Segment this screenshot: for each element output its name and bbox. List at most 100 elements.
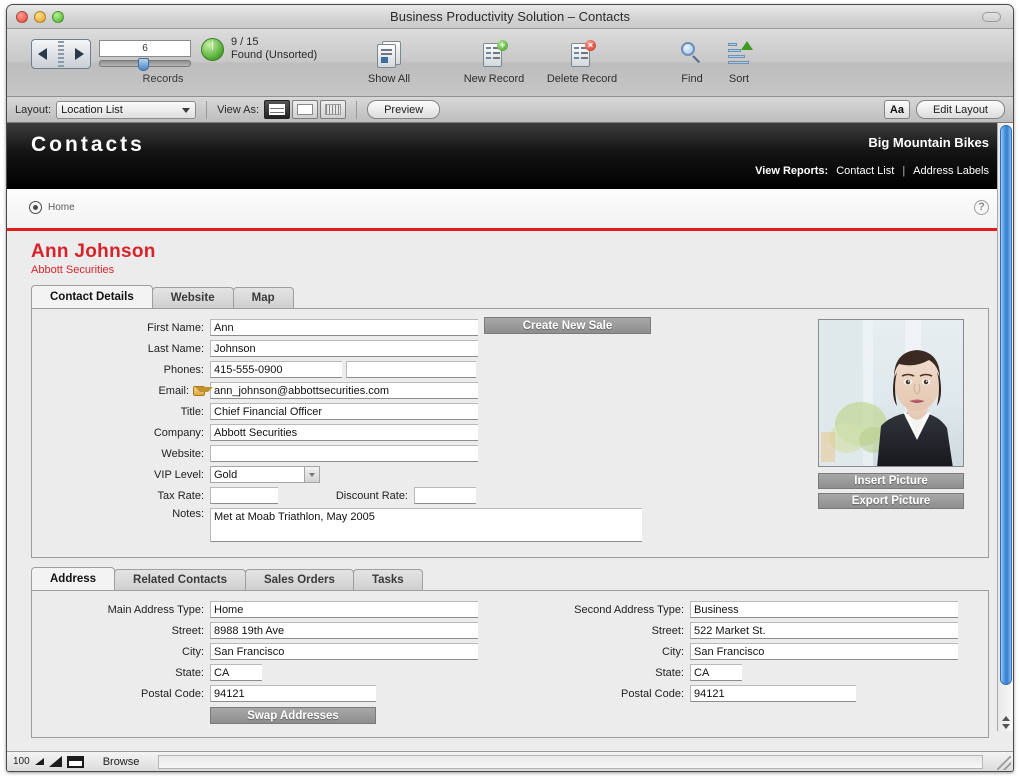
found-sort-status: Found (Unsorted) [231,49,317,62]
application-window: Business Productivity Solution – Contact… [6,4,1014,772]
field-discount-rate[interactable] [414,487,476,504]
scroll-down-icon[interactable] [1002,724,1010,729]
label-second-city: City: [512,646,684,658]
field-company[interactable]: Abbott Securities [210,424,478,441]
label-main-state: State: [32,667,204,679]
status-message-area [158,755,983,769]
tab-related-contacts[interactable]: Related Contacts [114,569,246,590]
export-picture-button[interactable]: Export Picture [818,493,964,509]
previous-record-icon[interactable] [38,48,47,60]
layout-select[interactable]: Location List [56,101,196,119]
field-second-city[interactable]: San Francisco [690,643,958,660]
view-reports-label: View Reports: [755,165,828,177]
field-main-street[interactable]: 8988 19th Ave [210,622,478,639]
text-format-icon[interactable]: Aa [884,100,910,119]
records-label: Records [103,73,223,85]
scrollbar-arrows[interactable] [999,716,1013,729]
field-tax-rate[interactable] [210,487,278,504]
window-resize-grip[interactable] [997,756,1011,770]
field-main-state[interactable]: CA [210,664,262,681]
toolbar-button-show-all[interactable]: Show All [347,37,431,85]
field-phone-2[interactable] [346,361,476,378]
tab-tasks[interactable]: Tasks [353,569,423,590]
field-main-city[interactable]: San Francisco [210,643,478,660]
field-notes[interactable]: Met at Moab Triathlon, May 2005 [210,508,642,542]
label-first-name: First Name: [32,322,204,334]
view-as-table-button[interactable] [320,100,346,119]
chevron-down-icon[interactable] [304,467,319,482]
zoom-out-icon[interactable] [35,758,44,765]
view-as-label: View As: [217,104,259,116]
field-last-name[interactable]: Johnson [210,340,478,357]
screenshot-root: Business Productivity Solution – Contact… [0,0,1020,776]
nav-home-link[interactable]: Home [29,201,75,214]
field-website[interactable] [210,445,478,462]
scroll-up-icon[interactable] [1002,716,1010,721]
field-second-state[interactable]: CA [690,664,742,681]
preview-button[interactable]: Preview [367,100,440,119]
edit-layout-button[interactable]: Edit Layout [916,100,1005,119]
field-email[interactable]: ann_johnson@abbottsecurities.com [210,382,478,399]
status-toggle-icon[interactable] [67,756,84,768]
contact-photo[interactable] [818,319,964,467]
found-set-pie-icon [201,38,224,61]
record-navigation-book[interactable] [31,39,91,69]
delete-x-badge-icon: × [585,40,596,51]
label-main-address-type: Main Address Type: [32,604,204,616]
minimize-button[interactable] [34,11,46,23]
help-icon[interactable]: ? [974,200,989,215]
field-second-address-type[interactable]: Business [690,601,958,618]
field-second-postal-code[interactable]: 94121 [690,685,856,702]
label-vip-level: VIP Level: [32,469,204,481]
record-slider[interactable] [99,60,191,67]
page-title: Contacts [31,133,145,157]
tab-contact-details[interactable]: Contact Details [31,285,153,308]
record-slider-knob[interactable] [138,58,149,71]
view-as-form-button[interactable] [264,100,290,119]
tab-sales-orders[interactable]: Sales Orders [245,569,354,590]
toolbar-button-new-record[interactable]: + New Record [452,37,536,85]
found-set-status: 9 / 15 Found (Unsorted) [231,36,317,62]
create-new-sale-button[interactable]: Create New Sale [484,317,651,334]
zoom-button[interactable] [52,11,64,23]
email-envelope-icon[interactable] [193,386,205,396]
insert-picture-button[interactable]: Insert Picture [818,473,964,489]
view-as-list-button[interactable] [292,100,318,119]
vertical-scrollbar[interactable] [997,123,1013,731]
view-reports-group: View Reports: Contact List | Address Lab… [755,165,989,177]
field-second-street[interactable]: 522 Market St. [690,622,958,639]
field-vip-level-select[interactable]: Gold [210,466,320,483]
book-spine-icon [58,41,64,67]
swap-addresses-button[interactable]: Swap Addresses [210,707,376,724]
home-target-icon [29,201,42,214]
field-main-address-type[interactable]: Home [210,601,478,618]
close-button[interactable] [16,11,28,23]
divider [356,101,357,119]
record-number-input[interactable]: 6 [99,40,191,57]
layout-bar-right: Aa Edit Layout [884,100,1005,119]
chevron-down-icon [182,108,190,113]
field-first-name[interactable]: Ann [210,319,478,336]
toolbar-button-sort[interactable]: Sort [697,37,781,85]
scrollbar-thumb[interactable] [1000,125,1012,685]
nav-home-label: Home [48,202,75,213]
tab-website[interactable]: Website [152,287,234,308]
organization-name: Big Mountain Bikes [868,135,989,150]
report-link-address-labels[interactable]: Address Labels [913,165,989,177]
toolbar-label-show-all: Show All [347,73,431,85]
zoom-in-icon[interactable] [49,756,62,767]
label-main-street: Street: [32,625,204,637]
report-link-contact-list[interactable]: Contact List [836,165,894,177]
toolbar-button-delete-record[interactable]: × Delete Record [540,37,624,85]
field-title[interactable]: Chief Financial Officer [210,403,478,420]
label-discount-rate: Discount Rate: [278,490,408,502]
plus-badge-icon: + [497,40,508,51]
tab-map[interactable]: Map [233,287,294,308]
tab-address[interactable]: Address [31,567,115,590]
field-main-postal-code[interactable]: 94121 [210,685,376,702]
label-second-address-type: Second Address Type: [512,604,684,616]
next-record-icon[interactable] [75,48,84,60]
label-main-postal-code: Postal Code: [32,688,204,700]
toolbar-toggle-button[interactable] [982,12,1001,22]
field-phone-1[interactable]: 415-555-0900 [210,361,342,378]
